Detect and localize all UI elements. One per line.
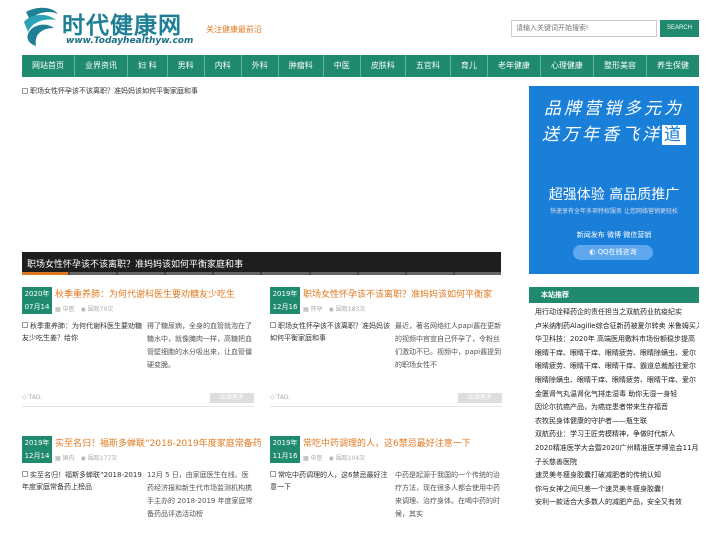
site-slogan: 关注健康最前沿: [206, 25, 262, 34]
logo-url: www.Todayhealthyw.com: [66, 36, 194, 46]
carousel-caption[interactable]: 职场女性怀孕该不该离职？准妈妈该如何平衡家庭和事: [27, 257, 243, 270]
article-excerpt: 得了糖尿病，全身的血管就泡在了糖水中，就像腌肉一样，高糖把血管壁细胞的水分吸出来…: [147, 322, 252, 369]
article-card: 2020年 07月14日 秋季重养肺：为何代谢科医生要劝糖友少吃生 ▦ 中医 ◉ …: [22, 287, 254, 407]
article-date: 2020年 07月14日: [22, 287, 52, 324]
nav-item-surgery[interactable]: 外科: [242, 55, 279, 77]
article-thumbnail[interactable]: 常吃中药调理的人，这6禁忌最好注意一下: [270, 469, 390, 493]
broken-image-icon: [270, 322, 276, 328]
broken-image-icon: [270, 471, 276, 477]
nav-item-tcm[interactable]: 中医: [324, 55, 361, 77]
recommend-item[interactable]: 安利一款适合大多数人的减肥产品，安全又有效: [535, 496, 699, 510]
carousel-dot[interactable]: [262, 272, 309, 275]
carousel-indicators: [22, 272, 501, 275]
ad-calligraphy: 品牌营销多元为 送万年香飞洋道: [542, 99, 686, 145]
site-logo[interactable]: 时代健康网 www.Todayhealthyw.com: [22, 6, 202, 50]
main-nav: 网站首页 业界资讯 妇 科 男科 内科 外科 肿瘤科 中医 皮肤科 五官科 育儿…: [22, 55, 699, 77]
article-title[interactable]: 实至名归！福斯多蝉联“2018-2019年度家庭常备药: [55, 436, 262, 449]
recommend-item[interactable]: 用行动诠释药企的责任担当之双航药业抗疫纪实: [535, 306, 699, 320]
carousel-dot[interactable]: [214, 272, 261, 275]
ad-headline: 超强体验 高品质推广: [548, 187, 680, 203]
ad-banner[interactable]: 品牌营销多元为 送万年香飞洋道 超强体验 高品质推广 快速享有全年多项特权服务 让…: [529, 86, 699, 274]
nav-item-gynecology[interactable]: 妇 科: [128, 55, 168, 77]
recommend-item[interactable]: 因论尔抗癌产品，为癌症患者带来生存福音: [535, 401, 699, 415]
recommend-item[interactable]: 卢米纳制药Alagille综合征新药被夏尔转卖 米鲁姆买入: [535, 320, 699, 334]
article-card: 2019年 11月16日 常吃中药调理的人，这6禁忌最好注意一下 ▦ 中医 ◉ 围…: [270, 436, 502, 540]
read-more-button[interactable]: 阅读更多: [458, 393, 502, 403]
recommend-item[interactable]: 金匮肾气丸温肾化气排走湿毒 助你无湿一身轻: [535, 388, 699, 402]
read-more-button[interactable]: 阅读更多: [210, 393, 254, 403]
ad-links: 新闻发布 微博 微信营销: [576, 231, 652, 239]
carousel-dot[interactable]: [310, 272, 357, 275]
carousel-dot[interactable]: [406, 272, 453, 275]
carousel-dot[interactable]: [166, 272, 213, 275]
qq-consult-button[interactable]: ◐ QQ在线咨询: [573, 245, 653, 260]
carousel-dot[interactable]: [118, 272, 165, 275]
article-meta: ▦ 怀孕 ◉ 围观183次: [303, 306, 366, 313]
nav-item-mental-health[interactable]: 心理健康: [541, 55, 594, 77]
divider: [22, 406, 254, 407]
search-input[interactable]: [511, 20, 657, 37]
search-button[interactable]: SEARCH: [660, 20, 699, 37]
recommend-item[interactable]: 2020精准医学大会暨2020广州精准医学博览会11月将在: [535, 442, 699, 456]
nav-item-home[interactable]: 网站首页: [22, 55, 76, 77]
broken-image-icon: [22, 471, 28, 477]
carousel-dot[interactable]: [358, 272, 405, 275]
sidebar-heading: 本站推荐: [529, 287, 699, 303]
article-date: 2019年 12月14日: [22, 436, 52, 473]
qq-icon: ◐: [589, 248, 598, 256]
nav-item-ent[interactable]: 五官科: [406, 55, 451, 77]
nav-item-industry-news[interactable]: 业界资讯: [75, 55, 129, 77]
logo-title: 时代健康网: [62, 12, 182, 39]
article-card: 2019年 12月14日 实至名归！福斯多蝉联“2018-2019年度家庭常备药 …: [22, 436, 262, 540]
carousel-dot[interactable]: [22, 272, 69, 275]
article-thumbnail[interactable]: 职场女性怀孕该不该离职？准妈妈该如何平衡家庭和事: [270, 320, 390, 344]
recommend-item[interactable]: 眼睛疲劳、眼睛干痒、眼睛干痒、霸道总裁般往爱尔: [535, 360, 699, 374]
nav-item-andrology[interactable]: 男科: [168, 55, 205, 77]
broken-image-icon: [22, 322, 28, 328]
divider: [270, 406, 502, 407]
broken-image-icon: [22, 88, 28, 94]
nav-item-elderly-health[interactable]: 老年健康: [488, 55, 541, 77]
article-date: 2019年 11月16日: [270, 436, 300, 473]
nav-item-wellness[interactable]: 养生保健: [647, 55, 699, 77]
article-meta: ▦ 中医 ◉ 围观70次: [55, 306, 114, 313]
carousel-image-alt: 职场女性怀孕该不该离职？准妈妈该如何平衡家庭和事: [30, 87, 198, 95]
nav-item-oncology[interactable]: 肿瘤科: [279, 55, 324, 77]
article-title[interactable]: 秋季重养肺：为何代谢科医生要劝糖友少吃生: [55, 287, 235, 300]
ad-subline: 快速享有全年多项特权服务 让您网络营销更轻松: [550, 208, 678, 215]
article-thumbnail[interactable]: 秋季重养肺：为何代谢科医生要劝糖友少吃生姜？给你: [22, 320, 142, 344]
article-card: 2019年 12月16日 职场女性怀孕该不该离职？准妈妈该如何平衡家 ▦ 怀孕 ◉…: [270, 287, 502, 407]
logo-swirl-icon: [24, 7, 58, 46]
article-excerpt: 最近，著名网络红人papi酱在更新的视频中官宣自己怀孕了，令粉丝们激动不已。视频…: [395, 322, 502, 369]
carousel-dot[interactable]: [454, 272, 501, 275]
page: 时代健康网 www.Todayhealthyw.com 关注健康最前沿 SEAR…: [0, 0, 720, 540]
article-meta: ▦ 国内 ◉ 围观177次: [55, 455, 118, 462]
nav-item-parenting[interactable]: 育儿: [451, 55, 488, 77]
recommend-item[interactable]: 华卫科技：2020年 高端医用敷料市场份额稳步提高: [535, 333, 699, 347]
article-date: 2019年 12月16日: [270, 287, 300, 324]
article-excerpt: 12月 5 日，由家庭医生在线、医药经济报和新生代市场监测机构携手主办的 201…: [147, 471, 253, 518]
article-title[interactable]: 职场女性怀孕该不该离职？准妈妈该如何平衡家: [303, 287, 492, 300]
article-meta: ▦ 中医 ◉ 围观104次: [303, 455, 366, 462]
carousel-image[interactable]: 职场女性怀孕该不该离职？准妈妈该如何平衡家庭和事: [22, 86, 198, 96]
article-excerpt: 中药是起源于我国的一个传统的治疗方法，现在很多人都会使用中药来调理、治疗身体。在…: [395, 471, 500, 518]
article-thumbnail[interactable]: 实至名归！福斯多蝉联“2018-2019年度家庭常备药上榜品: [22, 469, 142, 493]
recommend-item[interactable]: 子长慈善医院: [535, 456, 699, 470]
recommend-item[interactable]: 双航药业：学习王匠劳模精神，争做时代新人: [535, 428, 699, 442]
article-title[interactable]: 常吃中药调理的人，这6禁忌最好注意一下: [303, 436, 471, 449]
carousel-dot[interactable]: [70, 272, 117, 275]
nav-item-internal-medicine[interactable]: 内科: [205, 55, 242, 77]
carousel-caption-bar: 职场女性怀孕该不该离职？准妈妈该如何平衡家庭和事: [22, 252, 501, 274]
recommend-list: 用行动诠释药企的责任担当之双航药业抗疫纪实 卢米纳制药Alagille综合征新药被…: [535, 306, 699, 510]
recommend-item[interactable]: 眼睛除螨虫、眼睛干痒、眼睛疲劳、眼睛干痒、爱尔: [535, 374, 699, 388]
article-tag: ◇ TAG:: [270, 394, 291, 401]
nav-item-dermatology[interactable]: 皮肤科: [361, 55, 406, 77]
nav-item-cosmetic-surgery[interactable]: 整形美容: [594, 55, 647, 77]
article-tag: ◇ TAG:: [22, 394, 43, 401]
recommend-item[interactable]: 农牧民身体健康的守护者——瓶生联: [535, 415, 699, 429]
recommend-item[interactable]: 眼睛干痒、眼睛干痒、眼睛疲劳、眼睛除螨虫、爱尔: [535, 347, 699, 361]
recommend-item[interactable]: 你与女神之间只差一个速灵美冬瘦身胶囊！: [535, 483, 699, 497]
recommend-item[interactable]: 速灵美冬瘦身胶囊打破减肥者的传统认知: [535, 469, 699, 483]
